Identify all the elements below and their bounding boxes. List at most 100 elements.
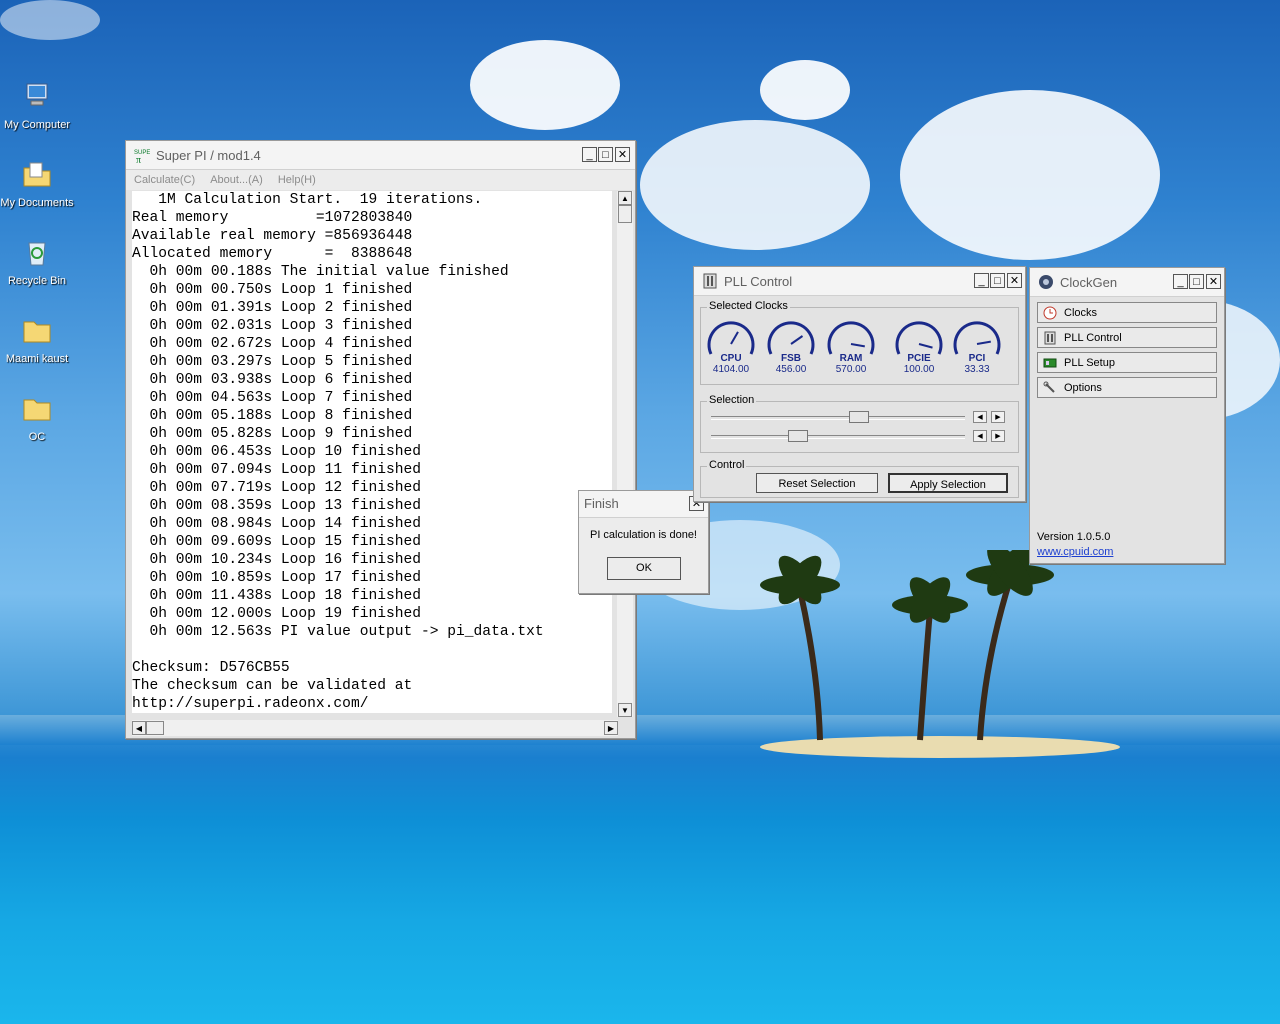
vertical-scrollbar[interactable]: ▲ ▼ <box>617 191 633 717</box>
version-text: Version 1.0.5.0 <box>1037 531 1111 543</box>
console-line: 0h 00m 09.609s Loop 15 finished <box>132 534 422 550</box>
clock-icon <box>1043 306 1057 320</box>
scroll-thumb[interactable] <box>618 205 632 223</box>
clockgen-window[interactable]: ClockGen _ □ ✕ Clocks PLL Control PLL Se… <box>1029 267 1225 564</box>
scroll-hthumb[interactable] <box>146 721 164 735</box>
console-line: Real memory =1072803840 <box>132 210 413 226</box>
window-title: Super PI / mod1.4 <box>156 148 261 163</box>
folder-icon <box>23 399 51 421</box>
console-line: 0h 00m 03.938s Loop 6 finished <box>132 372 413 388</box>
group-label: Selected Clocks <box>707 300 790 312</box>
gauge-value: 570.00 <box>835 364 867 375</box>
wrench-icon <box>1043 381 1055 393</box>
folder-icon <box>23 321 51 343</box>
ok-button[interactable]: OK <box>607 557 681 580</box>
slider-1-right-arrow[interactable]: ▶ <box>991 411 1005 423</box>
nav-pll-control-button[interactable]: PLL Control <box>1037 327 1217 348</box>
apply-selection-button[interactable]: Apply Selection <box>888 473 1008 493</box>
pll-control-window[interactable]: PLL Control _ □ ✕ Selected Clocks CPU 410… <box>693 266 1026 502</box>
gauge-cpu: CPU 4104.00 <box>705 318 757 375</box>
gauge-pcie: PCIE 100.00 <box>893 318 945 375</box>
console-line: Available real memory =856936448 <box>132 228 413 244</box>
menu-bar: Calculate(C) About...(A) Help(H) <box>126 170 635 190</box>
computer-icon <box>26 83 48 106</box>
window-title: ClockGen <box>1060 275 1118 290</box>
finish-dialog[interactable]: Finish ✕ PI calculation is done! OK <box>578 490 709 594</box>
console-line: The checksum can be validated at <box>132 678 413 694</box>
slider-1-left-arrow[interactable]: ◀ <box>973 411 987 423</box>
horizontal-scrollbar[interactable]: ◀ ▶ <box>132 720 618 736</box>
console-line: 0h 00m 02.672s Loop 4 finished <box>132 336 413 352</box>
nav-label: Clocks <box>1064 307 1098 319</box>
desktop-icon-label: My Computer <box>3 119 71 131</box>
slider-track-1[interactable] <box>711 416 965 420</box>
scroll-down-button[interactable]: ▼ <box>618 703 632 717</box>
dialog-title: Finish <box>584 496 619 511</box>
console-line: 0h 00m 12.000s Loop 19 finished <box>132 606 422 622</box>
pll-icon <box>703 273 717 289</box>
console-line: Allocated memory = 8388648 <box>132 246 413 262</box>
slider-track-2[interactable] <box>711 435 965 439</box>
group-label: Control <box>707 459 747 471</box>
console-line: 0h 00m 05.188s Loop 8 finished <box>132 408 413 424</box>
slider-2-left-arrow[interactable]: ◀ <box>973 430 987 442</box>
console-line: 0h 00m 00.750s Loop 1 finished <box>132 282 413 298</box>
reset-selection-button[interactable]: Reset Selection <box>756 473 878 493</box>
desktop-icon-my-computer[interactable]: My Computer <box>0 80 74 131</box>
scroll-left-button[interactable]: ◀ <box>132 721 146 735</box>
minimize-button[interactable]: _ <box>582 147 597 162</box>
pll-titlebar[interactable]: PLL Control _ □ ✕ <box>694 267 1025 296</box>
close-button[interactable]: ✕ <box>1206 274 1221 289</box>
nav-pll-setup-button[interactable]: PLL Setup <box>1037 352 1217 373</box>
desktop-icon-oc[interactable]: OC <box>0 392 74 443</box>
output-console[interactable]: 1M Calculation Start. 19 iterations. Real… <box>132 191 612 713</box>
desktop-icon-label: My Documents <box>0 197 74 209</box>
gauge-ram: RAM 570.00 <box>825 318 877 375</box>
desktop-icon-maami-kaust[interactable]: Maami kaust <box>0 314 74 365</box>
superpi-titlebar[interactable]: SUPERπ Super PI / mod1.4 _ □ ✕ <box>126 141 635 170</box>
scroll-right-button[interactable]: ▶ <box>604 721 618 735</box>
window-title: PLL Control <box>724 274 793 289</box>
menu-help[interactable]: Help(H) <box>278 170 316 190</box>
documents-icon <box>23 162 51 187</box>
scroll-up-button[interactable]: ▲ <box>618 191 632 205</box>
console-line: http://superpi.radeonx.com/ <box>132 696 369 712</box>
gauge-pci: PCI 33.33 <box>951 318 1003 375</box>
slider-2-right-arrow[interactable]: ▶ <box>991 430 1005 442</box>
minimize-button[interactable]: _ <box>974 273 989 288</box>
console-line: Checksum: D576CB55 <box>132 660 290 676</box>
maximize-button[interactable]: □ <box>1189 274 1204 289</box>
console-line: 0h 00m 04.563s Loop 7 finished <box>132 390 413 406</box>
console-line: 0h 00m 01.391s Loop 2 finished <box>132 300 413 316</box>
recycle-bin-icon <box>28 242 46 266</box>
slider-thumb-1[interactable] <box>849 411 869 423</box>
gauge-fsb: FSB 456.00 <box>765 318 817 375</box>
maximize-button[interactable]: □ <box>990 273 1005 288</box>
slider-thumb-2[interactable] <box>788 430 808 442</box>
close-button[interactable]: ✕ <box>1007 273 1022 288</box>
console-line: 0h 00m 08.984s Loop 14 finished <box>132 516 422 532</box>
close-button[interactable]: ✕ <box>615 147 630 162</box>
superpi-app-icon: SUPERπ <box>134 150 150 163</box>
nav-clocks-button[interactable]: Clocks <box>1037 302 1217 323</box>
minimize-button[interactable]: _ <box>1173 274 1188 289</box>
console-line: 0h 00m 00.188s The initial value finishe… <box>132 264 509 280</box>
control-group: Control Reset Selection Apply Selection <box>700 459 1019 498</box>
desktop-icon-recycle-bin[interactable]: Recycle Bin <box>0 236 74 287</box>
nav-options-button[interactable]: Options <box>1037 377 1217 398</box>
clockgen-titlebar[interactable]: ClockGen _ □ ✕ <box>1030 268 1224 297</box>
gauge-value: 456.00 <box>775 364 807 375</box>
selection-group: Selection ◀ ▶ ◀ ▶ <box>700 394 1019 453</box>
menu-about[interactable]: About...(A) <box>210 170 263 190</box>
desktop-icon-my-documents[interactable]: My Documents <box>0 158 74 209</box>
cpuid-link[interactable]: www.cpuid.com <box>1037 546 1113 558</box>
finish-titlebar[interactable]: Finish ✕ <box>579 491 708 518</box>
console-line: 0h 00m 08.359s Loop 13 finished <box>132 498 422 514</box>
menu-calculate[interactable]: Calculate(C) <box>134 170 195 190</box>
console-line: 0h 00m 06.453s Loop 10 finished <box>132 444 422 460</box>
console-line: 0h 00m 10.234s Loop 16 finished <box>132 552 422 568</box>
gauge-value: 4104.00 <box>712 364 750 375</box>
maximize-button[interactable]: □ <box>598 147 613 162</box>
superpi-window[interactable]: SUPERπ Super PI / mod1.4 _ □ ✕ Calculate… <box>125 140 636 739</box>
